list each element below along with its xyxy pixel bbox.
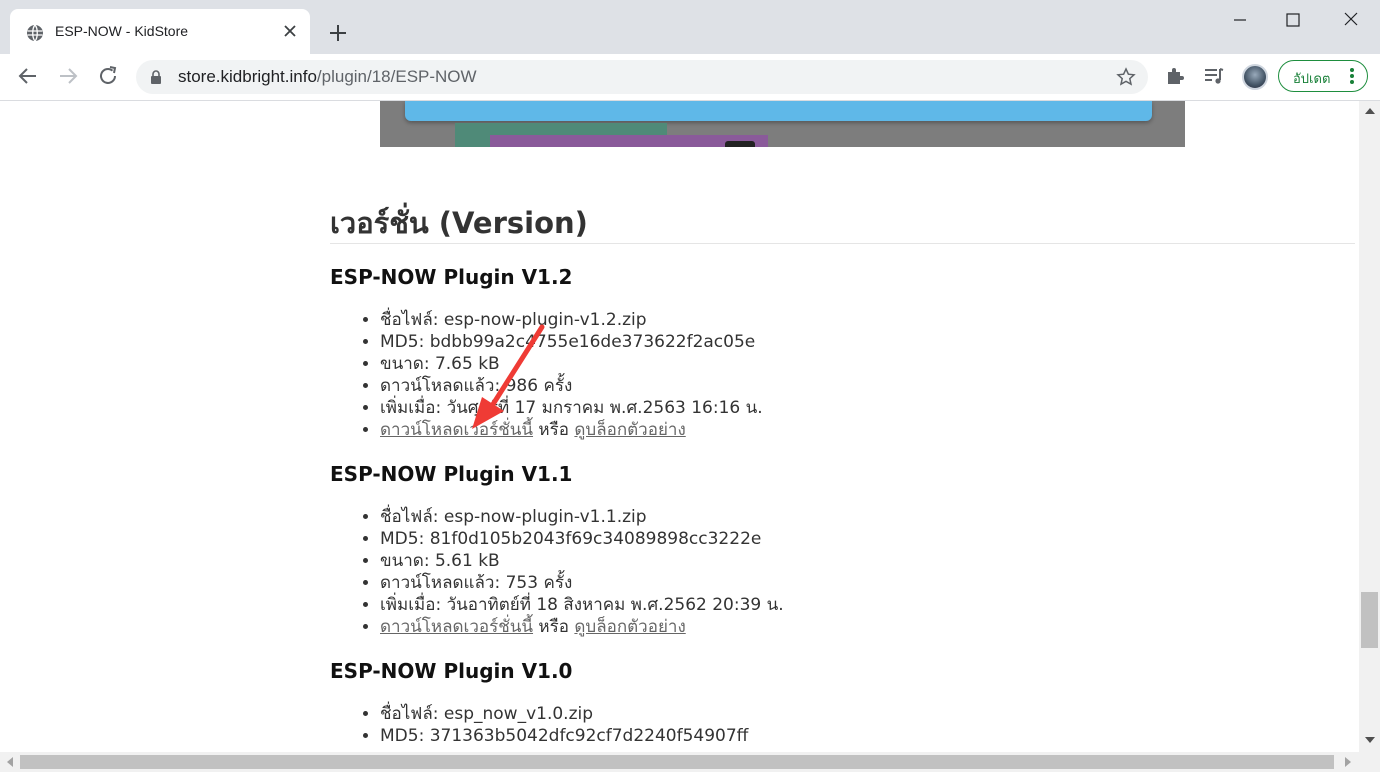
forward-arrow-icon[interactable] bbox=[56, 64, 80, 88]
version-title-v1-0: ESP-NOW Plugin V1.0 bbox=[330, 659, 573, 683]
list-item: เพิ่มเมื่อ: วันอาทิตย์ที่ 18 สิงหาคม พ.ศ… bbox=[380, 594, 784, 616]
puzzle-icon[interactable] bbox=[1164, 65, 1186, 87]
preview-dark-block bbox=[725, 141, 755, 147]
version-title-v1-2: ESP-NOW Plugin V1.2 bbox=[330, 265, 573, 289]
back-arrow-icon[interactable] bbox=[16, 64, 40, 88]
address-bar[interactable]: store.kidbright.info/plugin/18/ESP-NOW bbox=[136, 60, 1148, 94]
profile-avatar[interactable] bbox=[1242, 64, 1268, 90]
list-item: ดาวน์โหลดแล้ว: 986 ครั้ง bbox=[380, 375, 763, 397]
list-item: ชื่อไฟล์: esp_now_v1.0.zip bbox=[380, 703, 748, 725]
star-icon[interactable] bbox=[1116, 67, 1136, 87]
list-item: ชื่อไฟล์: esp-now-plugin-v1.2.zip bbox=[380, 309, 763, 331]
list-item: ขนาด: 7.65 kB bbox=[380, 353, 763, 375]
annotation-arrow-icon bbox=[472, 324, 545, 429]
url-text[interactable]: store.kidbright.info/plugin/18/ESP-NOW bbox=[178, 67, 477, 87]
list-item: MD5: 81f0d105b2043f69c34089898cc3222e bbox=[380, 528, 784, 550]
list-item: เพิ่มเมื่อ: วันศุกร์ที่ 17 มกราคม พ.ศ.25… bbox=[380, 397, 763, 419]
list-item: ดาวน์โหลดแล้ว: 753 ครั้ง bbox=[380, 572, 784, 594]
media-queue-icon[interactable] bbox=[1203, 65, 1225, 87]
update-button-label: อัปเดต bbox=[1293, 72, 1331, 87]
update-button[interactable]: อัปเดต bbox=[1278, 60, 1368, 92]
list-item: ขนาด: 5.61 kB bbox=[380, 550, 784, 572]
vertical-scrollbar[interactable] bbox=[1359, 101, 1380, 752]
lock-icon[interactable] bbox=[150, 70, 162, 84]
view-example-blocks-link[interactable]: ดูบล็อกตัวอย่าง bbox=[574, 617, 685, 637]
list-item-links: ดาวน์โหลดเวอร์ชั่นนี้ หรือ ดูบล็อกตัวอย่… bbox=[380, 419, 763, 441]
plus-icon[interactable] bbox=[326, 21, 350, 45]
tab-title: ESP-NOW - KidStore bbox=[55, 23, 189, 39]
view-example-blocks-link[interactable]: ดูบล็อกตัวอย่าง bbox=[574, 420, 685, 440]
minimize-icon[interactable] bbox=[1228, 10, 1252, 30]
more-vert-icon[interactable] bbox=[1349, 67, 1355, 85]
page-viewport: เวอร์ชั่น (Version) ESP-NOW Plugin V1.2 … bbox=[0, 101, 1359, 752]
version-details-v1-0: ชื่อไฟล์: esp_now_v1.0.zip MD5: 371363b5… bbox=[330, 703, 748, 747]
preview-blue-block bbox=[405, 101, 1152, 121]
download-version-link[interactable]: ดาวน์โหลดเวอร์ชั่นนี้ bbox=[380, 617, 533, 637]
version-section-title: เวอร์ชั่น (Version) bbox=[330, 206, 588, 240]
url-path: /plugin/18/ESP-NOW bbox=[316, 67, 477, 86]
scroll-down-icon[interactable] bbox=[1362, 732, 1378, 748]
list-item: MD5: bdbb99a2c47​55e16de373622f2ac05e bbox=[380, 331, 763, 353]
scroll-up-icon[interactable] bbox=[1362, 103, 1378, 119]
list-item: ชื่อไฟล์: esp-now-plugin-v1.1.zip bbox=[380, 506, 784, 528]
scroll-left-icon[interactable] bbox=[2, 754, 18, 770]
scroll-right-icon[interactable] bbox=[1340, 754, 1356, 770]
vertical-scrollbar-thumb[interactable] bbox=[1361, 592, 1378, 648]
browser-tab[interactable]: ESP-NOW - KidStore bbox=[10, 9, 310, 54]
close-icon[interactable] bbox=[281, 22, 299, 40]
maximize-icon[interactable] bbox=[1281, 10, 1305, 30]
version-title-v1-1: ESP-NOW Plugin V1.1 bbox=[330, 462, 573, 486]
list-item-links: ดาวน์โหลดเวอร์ชั่นนี้ หรือ ดูบล็อกตัวอย่… bbox=[380, 616, 784, 638]
window-close-icon[interactable] bbox=[1339, 10, 1363, 30]
list-item: MD5: 371363b5042dfc92cf7d2240f54907ff bbox=[380, 725, 748, 747]
url-host: store.kidbright.info bbox=[178, 67, 317, 86]
or-text: หรือ bbox=[533, 617, 575, 637]
horizontal-scrollbar-thumb[interactable] bbox=[20, 755, 1334, 769]
browser-toolbar: store.kidbright.info/plugin/18/ESP-NOW bbox=[0, 54, 1380, 101]
plugin-preview-image bbox=[380, 101, 1185, 147]
version-details-v1-1: ชื่อไฟล์: esp-now-plugin-v1.1.zip MD5: 8… bbox=[330, 506, 784, 638]
title-bar: ESP-NOW - KidStore bbox=[0, 0, 1380, 54]
globe-icon bbox=[27, 24, 43, 42]
section-divider bbox=[330, 243, 1355, 244]
reload-icon[interactable] bbox=[96, 64, 120, 88]
